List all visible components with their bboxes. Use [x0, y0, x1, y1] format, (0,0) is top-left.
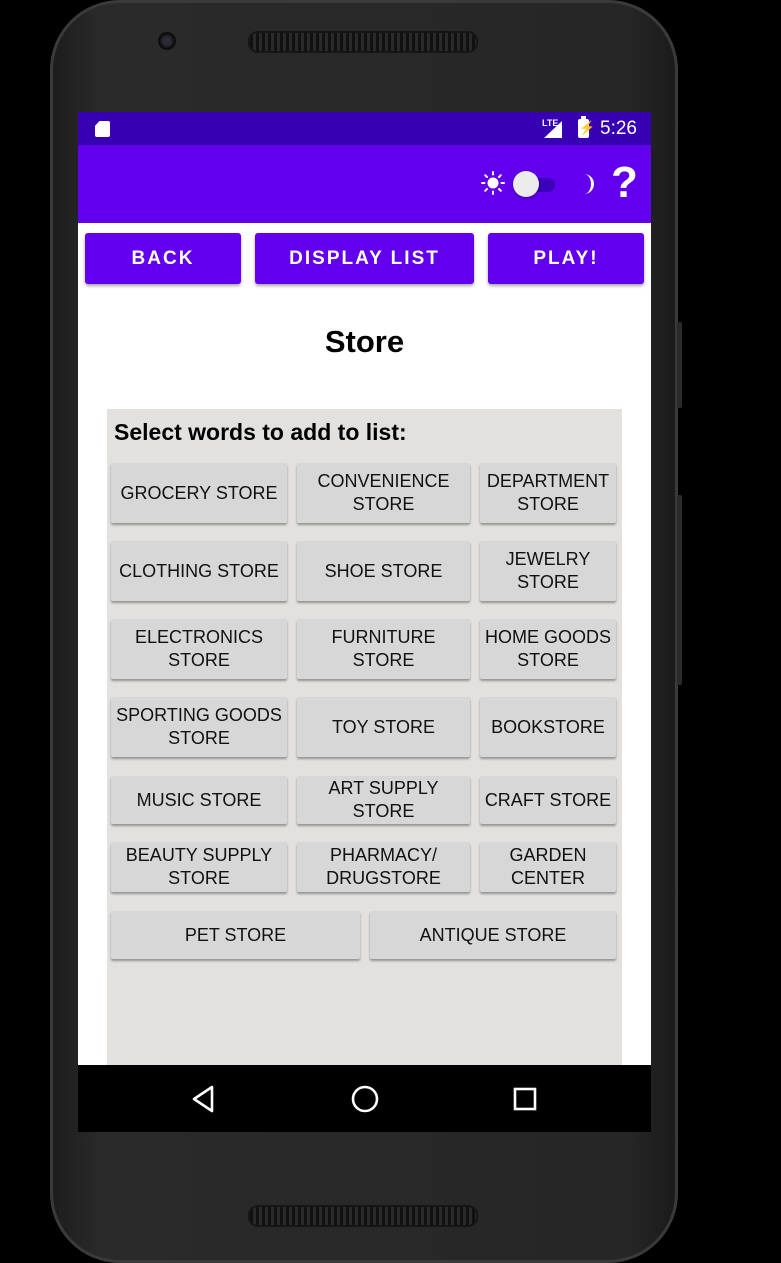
- word-button-garden-center[interactable]: GARDEN CENTER: [480, 842, 616, 892]
- word-button-toy-store[interactable]: TOY STORE: [297, 697, 470, 757]
- word-button-pet-store[interactable]: PET STORE: [111, 911, 360, 959]
- page-title: Store: [324, 324, 405, 359]
- battery-bolt-glyph: ⚡: [579, 120, 596, 135]
- display-list-button[interactable]: DISPLAY LIST: [255, 233, 474, 284]
- word-button-music-store[interactable]: MUSIC STORE: [111, 776, 287, 824]
- word-button-art-supply-store[interactable]: ART SUPPLY STORE: [297, 776, 470, 824]
- back-button[interactable]: BACK: [85, 233, 241, 284]
- word-panel-heading: Select words to add to list:: [114, 419, 407, 445]
- sun-icon[interactable]: [481, 171, 505, 195]
- front-camera: [158, 32, 176, 50]
- word-button-convenience-store[interactable]: CONVENIENCE STORE: [297, 463, 470, 523]
- system-navigation-bar: [78, 1065, 651, 1132]
- word-button-furniture-store[interactable]: FURNITURE STORE: [297, 619, 470, 679]
- word-button-department-store[interactable]: DEPARTMENT STORE: [480, 463, 616, 523]
- status-clock: 5:26: [600, 118, 637, 139]
- word-button-antique-store[interactable]: ANTIQUE STORE: [370, 911, 616, 959]
- word-button-craft-store[interactable]: CRAFT STORE: [480, 776, 616, 824]
- word-button-home-goods-store[interactable]: HOME GOODS STORE: [480, 619, 616, 679]
- nav-home-icon[interactable]: [349, 1083, 381, 1115]
- volume-button: [677, 495, 682, 685]
- toggle-thumb: [513, 171, 539, 197]
- play-button[interactable]: PLAY!: [488, 233, 644, 284]
- word-button-electronics-store[interactable]: ELECTRONICS STORE: [111, 619, 287, 679]
- app-bar: ?: [78, 145, 651, 223]
- word-button-pharmacy-drugstore[interactable]: PHARMACY/ DRUGSTORE: [297, 842, 470, 892]
- app-screen: LTE ⚡ 5:26 ? BACK DISPLAY LIST PLAY! Sto…: [78, 112, 651, 1132]
- word-button-beauty-supply-store[interactable]: BEAUTY SUPPLY STORE: [111, 842, 287, 892]
- word-button-bookstore[interactable]: BOOKSTORE: [480, 697, 616, 757]
- sd-card-icon: [95, 121, 110, 137]
- dark-mode-toggle[interactable]: [513, 171, 557, 197]
- status-bar: LTE ⚡ 5:26: [78, 112, 651, 145]
- word-button-sporting-goods-store[interactable]: SPORTING GOODS STORE: [111, 697, 287, 757]
- word-button-shoe-store[interactable]: SHOE STORE: [297, 541, 470, 601]
- nav-recents-icon[interactable]: [509, 1083, 541, 1115]
- word-button-jewelry-store[interactable]: JEWELRY STORE: [480, 541, 616, 601]
- moon-icon[interactable]: [576, 172, 598, 196]
- word-button-clothing-store[interactable]: CLOTHING STORE: [111, 541, 287, 601]
- network-type-label: LTE: [542, 118, 559, 128]
- nav-back-icon[interactable]: [188, 1083, 220, 1115]
- battery-charging-icon: ⚡: [578, 116, 595, 138]
- top-speaker: [248, 31, 478, 53]
- power-button: [677, 322, 682, 408]
- word-button-grocery-store[interactable]: GROCERY STORE: [111, 463, 287, 523]
- bottom-speaker: [248, 1205, 478, 1227]
- help-icon[interactable]: ?: [611, 159, 638, 207]
- word-selection-panel: Select words to add to list: GROCERY STO…: [107, 409, 622, 1132]
